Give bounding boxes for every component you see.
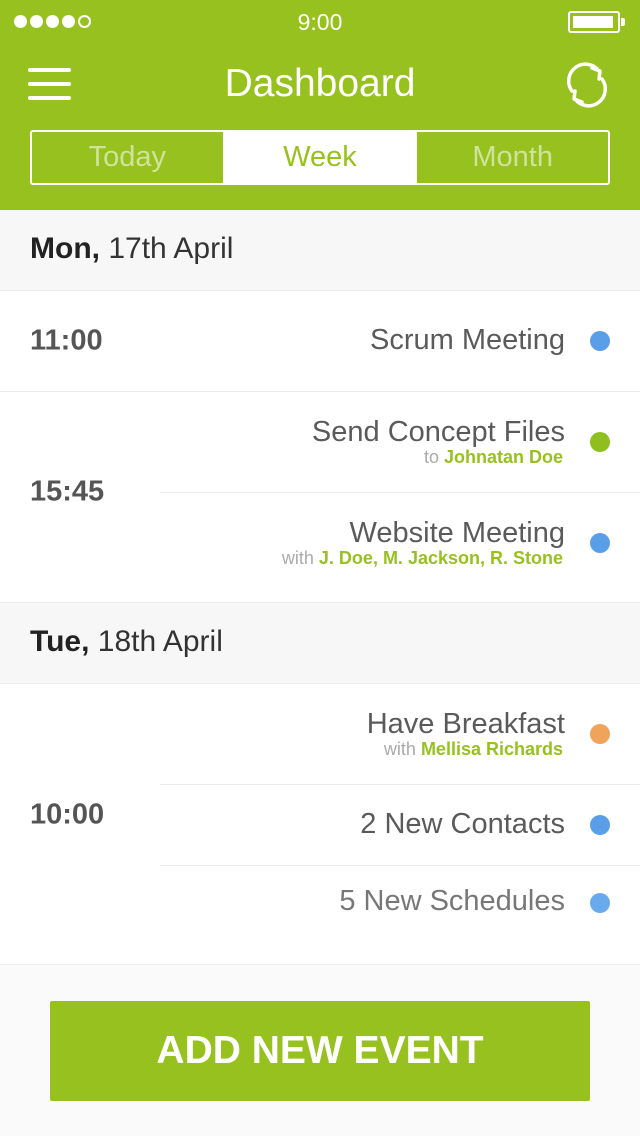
event-subtitle: with Mellisa Richards (384, 739, 563, 760)
event-time: 11:00 (30, 324, 103, 357)
time-group: 15:45 Send Concept Files to Johnatan Doe… (0, 392, 640, 603)
day-date: 17th April (108, 232, 234, 265)
event-title: Website Meeting (349, 517, 565, 549)
event-participants: Mellisa Richards (420, 739, 563, 759)
event-item[interactable]: Have Breakfast with Mellisa Richards (160, 684, 640, 785)
status-time: 9:00 (297, 9, 343, 35)
app-header: 9:00 Dashboard Today Week Month (0, 0, 640, 210)
tab-today[interactable]: Today (32, 132, 223, 183)
tab-month[interactable]: Month (415, 132, 608, 183)
event-title: Scrum Meeting (369, 324, 565, 356)
refresh-icon[interactable] (563, 61, 611, 109)
event-status-dot (590, 533, 610, 553)
add-new-event-button[interactable]: ADD NEW EVENT (50, 1001, 590, 1101)
day-label: Tue, 18th April (30, 625, 223, 659)
event-title: 5 New Schedules (339, 885, 565, 917)
event-item[interactable]: 2 New Contacts (160, 785, 640, 866)
event-item[interactable]: 5 New Schedules (160, 866, 640, 964)
event-item[interactable]: Send Concept Files to Johnatan Doe (160, 392, 640, 493)
event-subtitle: with J. Doe, M. Jackson, R. Stone (282, 548, 563, 569)
event-status-dot (590, 432, 610, 452)
event-status-dot (590, 815, 610, 835)
event-item[interactable]: Scrum Meeting (160, 291, 640, 391)
day-date: 18th April (97, 625, 223, 658)
event-subtitle-prefix: to (423, 447, 439, 467)
event-title: 2 New Contacts (360, 808, 565, 840)
day-weekday: Mon, (30, 232, 100, 265)
event-status-dot (590, 331, 610, 351)
tab-week[interactable]: Week (222, 132, 416, 183)
event-participants: Johnatan Doe (443, 447, 563, 467)
status-bar: 9:00 (0, 0, 640, 44)
event-time: 15:45 (30, 475, 105, 508)
event-status-dot (590, 893, 610, 913)
page-title: Dashboard (224, 62, 416, 105)
event-title: Have Breakfast (366, 708, 565, 740)
event-subtitle-prefix: with (281, 548, 314, 568)
battery-icon (568, 11, 625, 33)
day-header: Mon, 17th April (0, 210, 640, 291)
event-subtitle: to Johnatan Doe (424, 447, 563, 468)
event-subtitle-prefix: with (383, 739, 416, 759)
day-header: Tue, 18th April (0, 603, 640, 684)
event-item[interactable]: Website Meeting with J. Doe, M. Jackson,… (160, 493, 640, 602)
day-weekday: Tue, (30, 625, 90, 658)
event-participants: J. Doe, M. Jackson, R. Stone (318, 548, 563, 568)
event-time: 10:00 (30, 798, 105, 831)
day-label: Mon, 17th April (30, 232, 233, 266)
event-title: Send Concept Files (311, 416, 565, 448)
time-group: 10:00 Have Breakfast with Mellisa Richar… (0, 684, 640, 965)
time-group: 11:00 Scrum Meeting (0, 291, 640, 392)
event-status-dot (590, 724, 610, 744)
period-tabs: Today Week Month (30, 130, 610, 185)
